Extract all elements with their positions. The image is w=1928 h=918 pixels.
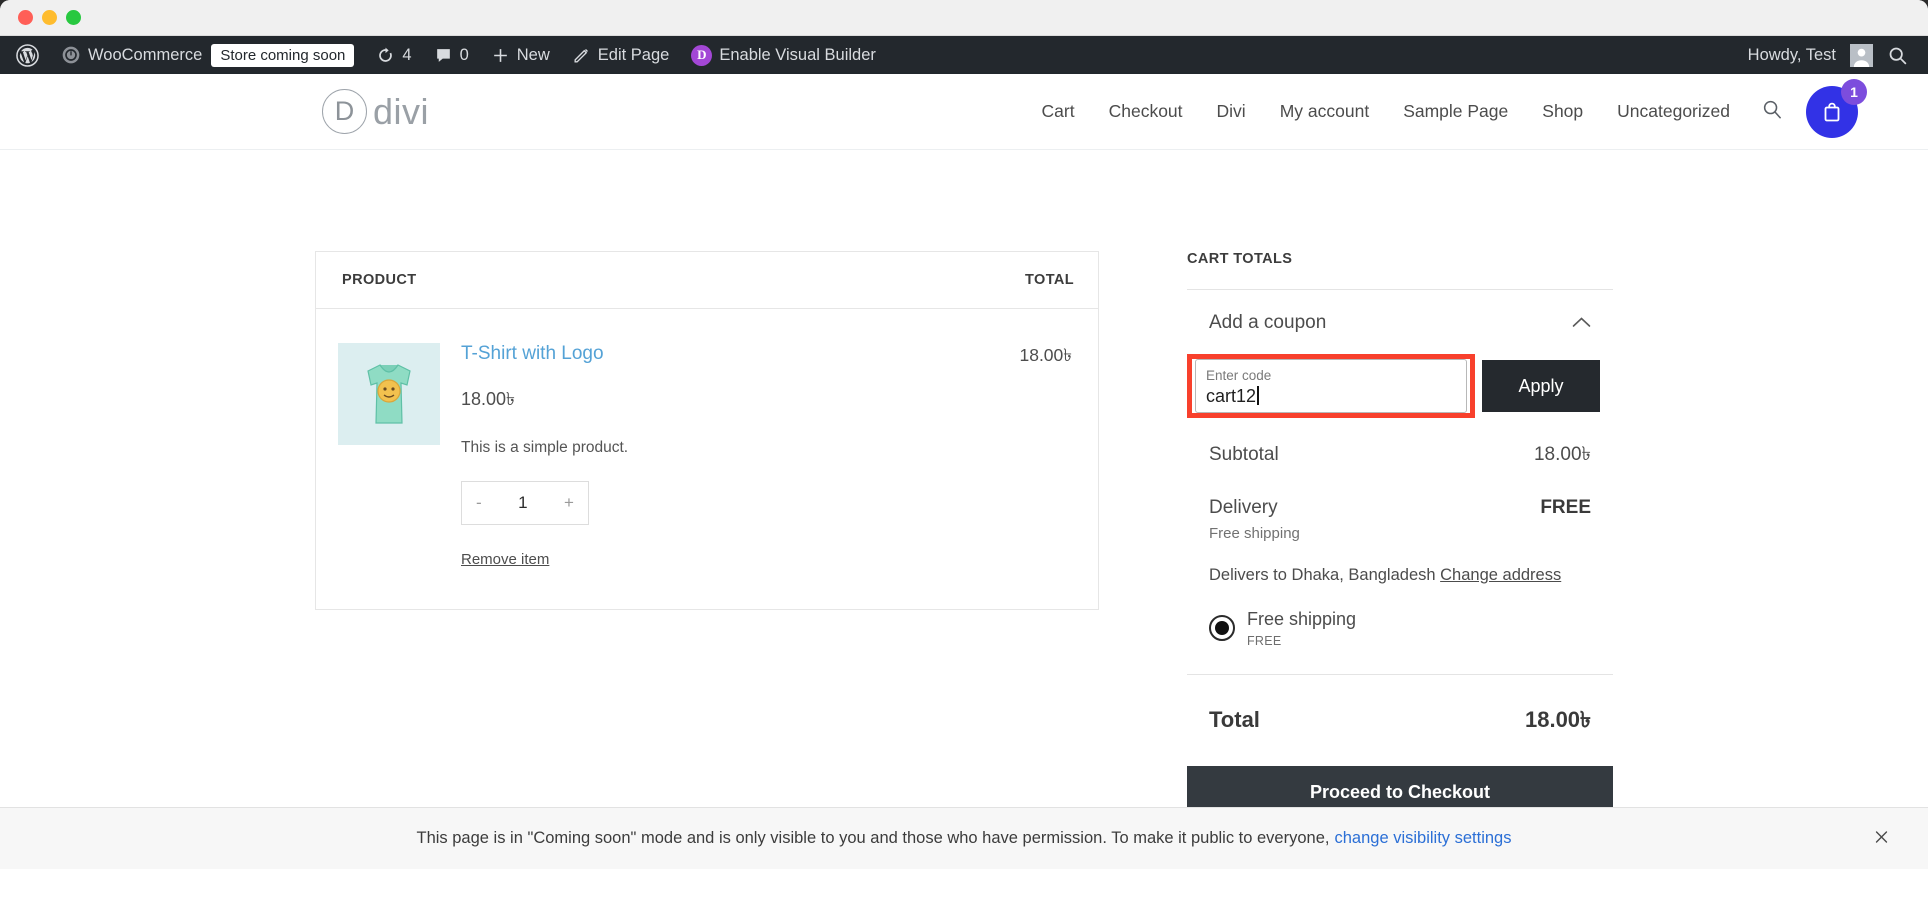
nav-item-sample-page[interactable]: Sample Page bbox=[1386, 101, 1525, 122]
add-coupon-toggle[interactable]: Add a coupon bbox=[1187, 290, 1613, 354]
cart-items-panel: PRODUCT TOTAL T-Shirt with Logo 18.00৳ T… bbox=[315, 251, 1099, 820]
comments-icon bbox=[434, 46, 453, 65]
divi-logo-icon: D bbox=[322, 89, 367, 134]
shopping-bag-icon bbox=[1824, 102, 1840, 121]
wp-admin-bar: WooCommerce Store coming soon 4 0 New Ed… bbox=[0, 36, 1928, 74]
total-label: Total bbox=[1209, 706, 1260, 732]
admin-bar-visual-builder-label: Enable Visual Builder bbox=[719, 45, 876, 64]
shipping-option-label: Free shipping bbox=[1247, 609, 1357, 629]
pencil-icon bbox=[572, 46, 591, 65]
delivery-note: Free shipping bbox=[1209, 525, 1300, 542]
cart-totals-panel: CART TOTALS Add a coupon Enter code cart… bbox=[1187, 251, 1613, 820]
coupon-input-value[interactable]: cart12 bbox=[1206, 385, 1456, 408]
window-minimize-button[interactable] bbox=[42, 10, 57, 25]
delivers-to-row: Delivers to Dhaka, Bangladesh Change add… bbox=[1187, 542, 1613, 585]
coupon-input-placeholder: Enter code bbox=[1206, 367, 1272, 383]
quantity-stepper[interactable]: - 1 + bbox=[461, 481, 589, 525]
product-thumbnail[interactable] bbox=[338, 343, 440, 445]
product-description: This is a simple product. bbox=[461, 439, 629, 456]
wp-logo-menu[interactable] bbox=[0, 36, 50, 74]
subtotal-label: Subtotal bbox=[1209, 444, 1279, 465]
browser-window: WooCommerce Store coming soon 4 0 New Ed… bbox=[0, 0, 1928, 918]
site-logo[interactable]: D divi bbox=[322, 89, 429, 134]
search-icon[interactable] bbox=[1887, 45, 1908, 66]
shipping-option-price: FREE bbox=[1247, 633, 1282, 648]
delivers-to-text: Delivers to Dhaka, Bangladesh bbox=[1209, 566, 1436, 584]
text-caret bbox=[1257, 386, 1259, 406]
add-coupon-label: Add a coupon bbox=[1209, 312, 1327, 333]
column-header-total: TOTAL bbox=[1025, 272, 1074, 288]
nav-item-cart[interactable]: Cart bbox=[1025, 101, 1092, 122]
remove-item-link[interactable]: Remove item bbox=[461, 551, 549, 568]
admin-bar-enable-visual-builder[interactable]: D Enable Visual Builder bbox=[680, 36, 887, 74]
admin-bar-woocommerce[interactable]: WooCommerce Store coming soon bbox=[50, 36, 365, 74]
cart-table-header: PRODUCT TOTAL bbox=[316, 252, 1098, 309]
avatar[interactable] bbox=[1850, 43, 1873, 67]
admin-bar-new[interactable]: New bbox=[480, 36, 561, 74]
coupon-input-box[interactable]: Enter code cart12 bbox=[1195, 359, 1467, 413]
grand-total-row: Total 18.00৳ bbox=[1187, 675, 1613, 766]
main-navigation: Cart Checkout Divi My account Sample Pag… bbox=[1025, 78, 1888, 138]
delivery-label: Delivery bbox=[1209, 497, 1278, 518]
updates-count: 4 bbox=[402, 45, 412, 64]
admin-bar-woocommerce-label: WooCommerce bbox=[88, 45, 203, 64]
header-search-icon[interactable] bbox=[1761, 98, 1784, 126]
product-line-total: 18.00৳ bbox=[1019, 345, 1072, 365]
quantity-increase-button[interactable]: + bbox=[564, 493, 574, 513]
admin-bar-howdy[interactable]: Howdy, Test bbox=[1748, 46, 1836, 65]
cart-count-badge: 1 bbox=[1841, 78, 1867, 105]
close-icon[interactable] bbox=[1873, 828, 1890, 849]
product-unit-price: 18.00৳ bbox=[461, 389, 516, 409]
store-coming-soon-pill[interactable]: Store coming soon bbox=[211, 43, 355, 67]
subtotal-value: 18.00৳ bbox=[1533, 444, 1591, 465]
apply-coupon-button[interactable]: Apply bbox=[1482, 360, 1600, 412]
table-row: T-Shirt with Logo 18.00৳ This is a simpl… bbox=[316, 309, 1098, 609]
coming-soon-notice: This page is in "Coming soon" mode and i… bbox=[0, 807, 1928, 869]
updates-icon bbox=[376, 46, 395, 65]
column-header-product: PRODUCT bbox=[342, 272, 417, 288]
wordpress-logo-icon bbox=[16, 43, 39, 67]
admin-bar-new-label: New bbox=[516, 45, 550, 64]
admin-bar-edit-page-label: Edit Page bbox=[597, 45, 670, 64]
header-cart-button[interactable]: 1 bbox=[1806, 78, 1867, 138]
site-logo-text: divi bbox=[373, 90, 430, 132]
cart-totals-title: CART TOTALS bbox=[1187, 251, 1293, 267]
subtotal-row: Subtotal 18.00৳ bbox=[1187, 418, 1613, 472]
nav-item-shop[interactable]: Shop bbox=[1525, 101, 1600, 122]
delivery-value: FREE bbox=[1540, 497, 1591, 518]
change-visibility-settings-link[interactable]: change visibility settings bbox=[1334, 829, 1511, 848]
coupon-input-highlight: Enter code cart12 bbox=[1187, 354, 1475, 418]
page-content: PRODUCT TOTAL T-Shirt with Logo 18.00৳ T… bbox=[0, 150, 1928, 869]
shipping-radio-icon[interactable] bbox=[1209, 615, 1235, 642]
quantity-value[interactable]: 1 bbox=[518, 493, 527, 513]
admin-bar-comments[interactable]: 0 bbox=[423, 36, 480, 74]
admin-bar-edit-page[interactable]: Edit Page bbox=[561, 36, 681, 74]
divi-icon: D bbox=[691, 44, 713, 66]
woocommerce-icon bbox=[61, 45, 81, 65]
site-header: D divi Cart Checkout Divi My account Sam… bbox=[0, 74, 1928, 150]
notice-text: This page is in "Coming soon" mode and i… bbox=[416, 829, 1330, 847]
nav-item-my-account[interactable]: My account bbox=[1263, 101, 1386, 122]
chevron-up-icon bbox=[1572, 312, 1591, 334]
nav-item-divi[interactable]: Divi bbox=[1200, 101, 1263, 122]
admin-bar-updates[interactable]: 4 bbox=[365, 36, 422, 74]
nav-item-uncategorized[interactable]: Uncategorized bbox=[1600, 101, 1747, 122]
window-close-button[interactable] bbox=[18, 10, 33, 25]
coupon-entry-row: Enter code cart12 Apply bbox=[1187, 354, 1613, 418]
change-address-link[interactable]: Change address bbox=[1440, 566, 1561, 584]
delivery-row: Delivery FREE bbox=[1187, 472, 1613, 519]
nav-item-checkout[interactable]: Checkout bbox=[1092, 101, 1200, 122]
window-titlebar bbox=[0, 0, 1928, 36]
product-name-link[interactable]: T-Shirt with Logo bbox=[461, 343, 1072, 365]
plus-icon bbox=[491, 46, 510, 65]
shipping-option-free-shipping[interactable]: Free shipping FREE bbox=[1187, 585, 1613, 674]
window-maximize-button[interactable] bbox=[66, 10, 81, 25]
cart-table: PRODUCT TOTAL T-Shirt with Logo 18.00৳ T… bbox=[315, 251, 1099, 610]
quantity-decrease-button[interactable]: - bbox=[476, 493, 482, 513]
total-value: 18.00৳ bbox=[1524, 706, 1591, 732]
comments-count: 0 bbox=[459, 45, 469, 64]
